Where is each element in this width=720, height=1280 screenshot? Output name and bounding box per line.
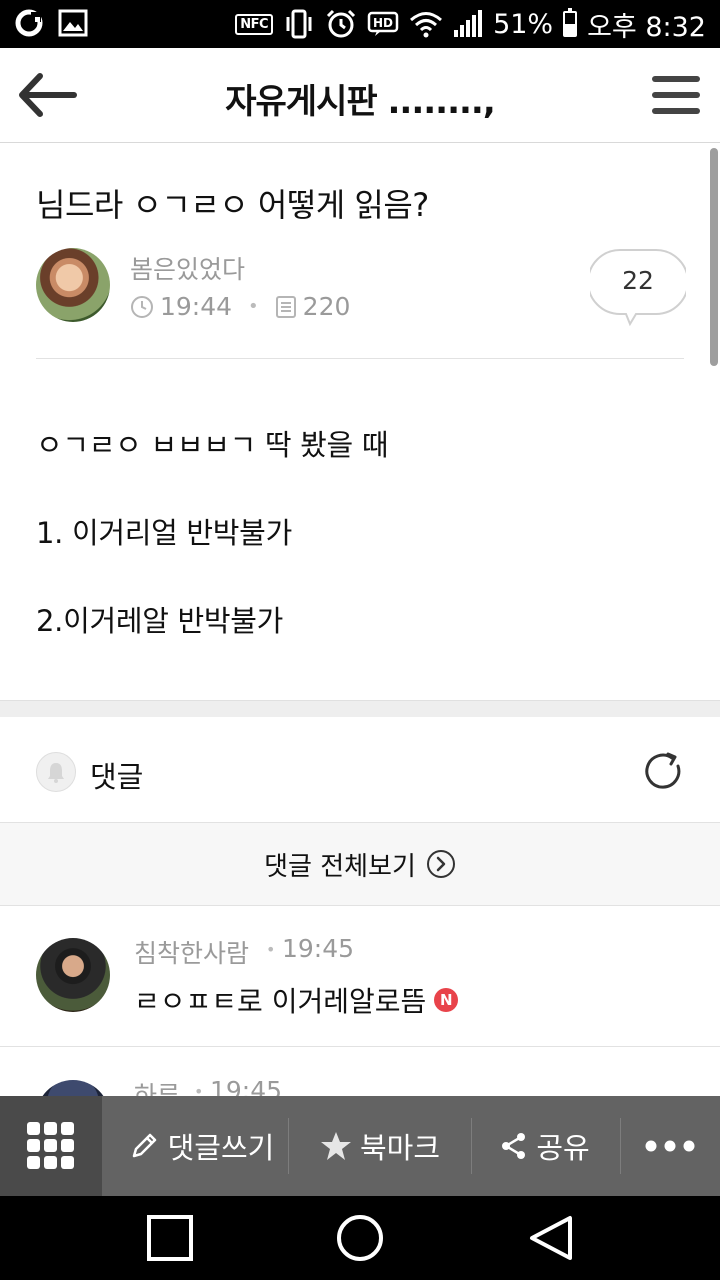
chevron-right-circle-icon: [426, 850, 455, 878]
wifi-icon: [409, 10, 443, 38]
back-nav-button[interactable]: [526, 1212, 578, 1264]
status-bar: NFC HD 51% 오후 8:32: [0, 0, 720, 48]
post-meta: 19:44 • 220: [130, 292, 350, 321]
author-name[interactable]: 봄은있었다: [130, 250, 245, 286]
commenter-name[interactable]: 침착한사람: [134, 934, 249, 970]
hamburger-icon: [652, 76, 700, 114]
divider: [0, 1046, 720, 1047]
share-icon: [502, 1133, 526, 1159]
post-body-line: ㅇㄱㄹㅇ ㅂㅂㅂㄱ 딱 봤을 때: [36, 428, 389, 462]
comment-count: 22: [622, 266, 654, 295]
clock-icon: [131, 295, 153, 318]
circle-icon: [337, 1215, 383, 1261]
signal-icon: [453, 10, 483, 38]
scrollbar[interactable]: [710, 148, 718, 366]
home-button[interactable]: [334, 1212, 386, 1264]
meta-separator: •: [248, 296, 259, 317]
more-options-button[interactable]: [630, 1096, 710, 1196]
battery-icon: [563, 8, 578, 37]
board-title: 자유게시판 ........,: [225, 82, 495, 122]
write-comment-button[interactable]: 댓글쓰기: [118, 1096, 284, 1196]
battery-percent: 51%: [493, 8, 554, 40]
post-body-line: 2.이거레알 반박불가: [36, 604, 284, 638]
star-icon: [320, 1132, 351, 1160]
view-all-label: 댓글 전체보기: [264, 851, 416, 882]
system-nav-bar: [0, 1196, 720, 1280]
views-icon: [275, 295, 296, 318]
comment-count-bubble[interactable]: 22: [587, 248, 689, 328]
nfc-icon: NFC: [235, 13, 274, 35]
comment-text: ㄹㅇㅍㅌ로 이거레알로뜸: [134, 985, 427, 1018]
divider: [288, 1118, 289, 1174]
bell-icon: [48, 763, 64, 783]
share-button[interactable]: 공유: [480, 1096, 610, 1196]
post-body-line: 1. 이거리얼 반박불가: [36, 516, 292, 550]
comment-time: 19:45: [282, 934, 355, 963]
vibrate-icon: [283, 9, 315, 39]
pencil-icon: [132, 1133, 156, 1158]
menu-button[interactable]: [650, 72, 702, 118]
notification-bell-button[interactable]: [36, 752, 76, 792]
view-all-comments-button[interactable]: 댓글 전체보기: [0, 822, 720, 906]
post-title: 님드라 ㅇㄱㄹㅇ 어떻게 읽음?: [36, 186, 429, 224]
commenter-avatar[interactable]: [36, 938, 110, 1012]
gallery-icon: [58, 9, 88, 37]
refresh-icon: [645, 752, 681, 789]
author-avatar[interactable]: [36, 248, 110, 322]
triangle-back-icon: [530, 1216, 572, 1260]
post-time: 19:44: [160, 292, 233, 321]
meta-separator: •: [266, 940, 276, 959]
comments-heading: 댓글: [90, 760, 144, 794]
divider: [471, 1118, 472, 1174]
grid-icon: [27, 1122, 74, 1169]
square-icon: [147, 1215, 193, 1261]
more-dots-icon: [645, 1140, 695, 1152]
recents-button[interactable]: [144, 1212, 196, 1264]
write-comment-label: 댓글쓰기: [167, 1131, 275, 1165]
refresh-button[interactable]: [642, 750, 686, 794]
divider: [620, 1118, 621, 1174]
alarm-icon: [325, 8, 357, 40]
comment-text-row: ㄹㅇㅍㅌ로 이거레알로뜸 N: [134, 980, 459, 1020]
divider: [36, 358, 684, 359]
post-views: 220: [302, 292, 351, 321]
bookmark-button[interactable]: 북마크: [300, 1096, 460, 1196]
svg-text:HD: HD: [373, 16, 393, 30]
app-header: 자유게시판 ........,: [0, 48, 720, 143]
clock: 오후 8:32: [587, 11, 706, 43]
share-label: 공유: [536, 1131, 590, 1165]
bottom-action-bar: 댓글쓰기 북마크 공유: [0, 1096, 720, 1196]
new-badge: N: [434, 988, 459, 1012]
apps-grid-button[interactable]: [0, 1096, 102, 1196]
sync-icon: [14, 8, 44, 38]
hd-icon: HD: [367, 10, 399, 38]
bookmark-label: 북마크: [359, 1131, 441, 1165]
section-separator: [0, 700, 720, 717]
